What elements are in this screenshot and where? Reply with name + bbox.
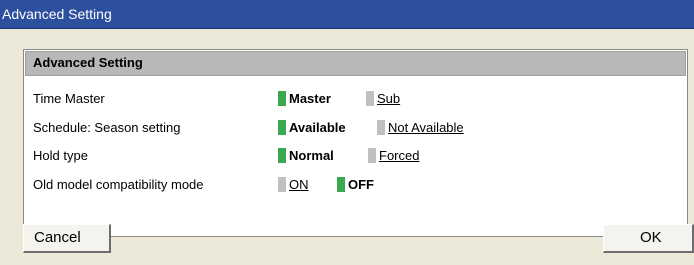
option-off-label: OFF (348, 177, 374, 192)
option-not-available[interactable]: Not Available (377, 119, 464, 137)
option-normal[interactable]: Normal (278, 147, 334, 165)
selected-indicator-icon (337, 177, 345, 192)
panel-header: Advanced Setting (25, 51, 686, 76)
option-sub[interactable]: Sub (366, 90, 400, 108)
option-master[interactable]: Master (278, 90, 331, 108)
unselected-indicator-icon (377, 120, 385, 135)
setting-row-schedule-season: Schedule: Season setting Available Not A… (33, 119, 673, 137)
selected-indicator-icon (278, 91, 286, 106)
dialog-body: Advanced Setting Time Master Master Sub … (0, 29, 694, 265)
option-on[interactable]: ON (278, 176, 309, 194)
option-not-available-label: Not Available (388, 120, 464, 135)
option-available[interactable]: Available (278, 119, 346, 137)
schedule-season-label: Schedule: Season setting (33, 120, 181, 135)
setting-row-old-model-compat: Old model compatibility mode ON OFF (33, 176, 673, 194)
option-available-label: Available (289, 120, 346, 135)
unselected-indicator-icon (366, 91, 374, 106)
option-sub-label: Sub (377, 91, 401, 106)
option-normal-label: Normal (289, 148, 334, 163)
old-model-compat-label: Old model compatibility mode (33, 177, 204, 192)
time-master-label: Time Master (33, 91, 105, 106)
setting-row-hold-type: Hold type Normal Forced (33, 147, 673, 165)
unselected-indicator-icon (278, 177, 286, 192)
cancel-button[interactable]: Cancel (23, 224, 111, 253)
option-forced[interactable]: Forced (368, 147, 419, 165)
advanced-setting-panel: Advanced Setting Time Master Master Sub … (23, 49, 688, 237)
selected-indicator-icon (278, 120, 286, 135)
window-titlebar: Advanced Setting (0, 0, 694, 29)
hold-type-label: Hold type (33, 148, 88, 163)
selected-indicator-icon (278, 148, 286, 163)
window-title: Advanced Setting (2, 6, 112, 22)
option-forced-label: Forced (379, 148, 420, 163)
option-on-label: ON (289, 177, 309, 192)
setting-row-time-master: Time Master Master Sub (33, 90, 673, 108)
option-off[interactable]: OFF (337, 176, 374, 194)
option-master-label: Master (289, 91, 331, 106)
unselected-indicator-icon (368, 148, 376, 163)
ok-button[interactable]: OK (603, 224, 694, 253)
